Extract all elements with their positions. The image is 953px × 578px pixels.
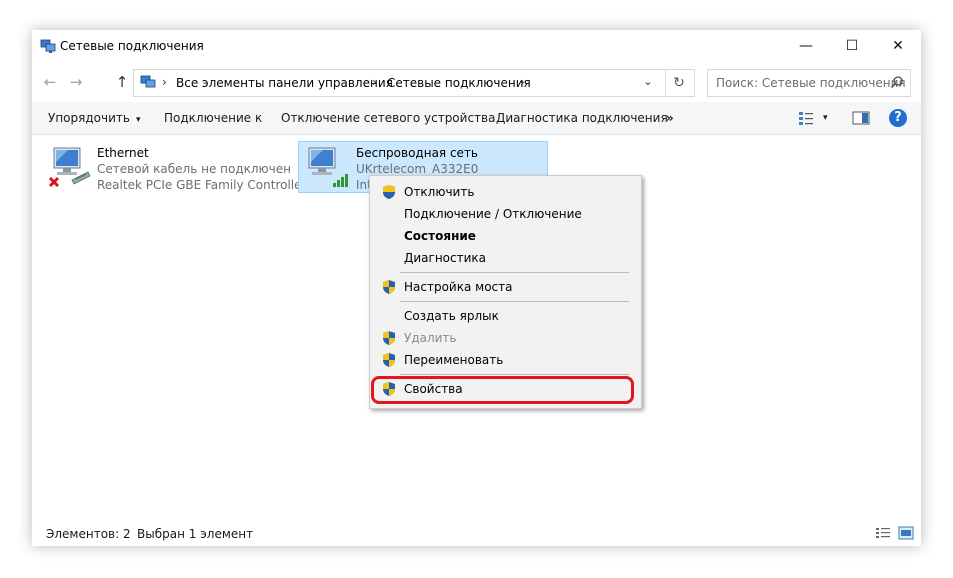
network-connections-icon [40, 39, 56, 53]
connection-device: Realtek PCIe GBE Family Controller [97, 178, 307, 192]
search-input[interactable]: Поиск: Сетевые подключения [707, 69, 911, 97]
breadcrumb-control-panel[interactable]: Все элементы панели управления [176, 76, 393, 90]
menu-item-label: Состояние [404, 229, 476, 243]
chevron-down-icon: ▾ [135, 115, 141, 125]
menu-item-label: Диагностика [404, 251, 487, 265]
wireless-adapter-icon [308, 147, 348, 187]
details-view-icon[interactable] [875, 526, 891, 540]
breadcrumb-separator: › [520, 75, 525, 89]
uac-shield-icon [383, 280, 395, 294]
connection-status: UKrtelecom_A332E0 [356, 162, 479, 176]
help-icon[interactable]: ? [889, 109, 907, 127]
connection-name: Беспроводная сеть [356, 146, 479, 160]
menu-item-label: Переименовать [404, 353, 504, 367]
uac-shield-icon [383, 331, 395, 345]
menu-separator [400, 301, 629, 302]
menu-item-rename[interactable]: Переименовать [372, 349, 639, 371]
window-title: Сетевые подключения [60, 39, 204, 53]
back-button[interactable]: ← [40, 72, 60, 92]
menu-item-connect-disconnect[interactable]: Подключение / Отключение [372, 203, 639, 225]
breadcrumb-separator: › [372, 75, 377, 89]
network-connections-icon [140, 75, 156, 88]
more-commands-button[interactable]: » [666, 111, 674, 125]
connection-ethernet[interactable]: Ethernet Сетевой кабель не подключен Rea… [40, 142, 306, 192]
address-row: ← → ↑ › Все элементы панели управления ›… [32, 66, 921, 98]
change-view-icon[interactable] [797, 110, 815, 126]
preview-pane-icon[interactable] [852, 110, 870, 126]
search-placeholder: Поиск: Сетевые подключения [716, 76, 906, 90]
close-button[interactable]: ✕ [875, 30, 921, 62]
menu-item-bridge[interactable]: Настройка моста [372, 276, 639, 298]
uac-shield-icon [383, 185, 395, 199]
connect-to-button[interactable]: Подключение к [164, 111, 262, 125]
menu-item-label: Создать ярлык [404, 309, 499, 323]
menu-item-delete: Удалить [372, 327, 639, 349]
title-bar: Сетевые подключения — ☐ ✕ [32, 30, 921, 62]
breadcrumb-separator: › [162, 75, 167, 89]
properties-highlight-ring [371, 376, 634, 404]
up-button[interactable]: ↑ [112, 72, 132, 92]
diagnose-button[interactable]: Диагностика подключения [496, 111, 668, 125]
search-icon [890, 76, 903, 89]
menu-item-label: Настройка моста [404, 280, 513, 294]
menu-item-label: Отключить [404, 185, 475, 199]
connection-name: Ethernet [97, 146, 149, 160]
maximize-button[interactable]: ☐ [829, 30, 875, 62]
menu-item-label: Удалить [404, 331, 457, 345]
breadcrumb-network-connections[interactable]: Сетевые подключения [387, 76, 531, 90]
forward-button[interactable]: → [66, 72, 86, 92]
menu-item-diagnose[interactable]: Диагностика [372, 247, 639, 269]
menu-item-disable[interactable]: Отключить [372, 181, 639, 203]
ethernet-adapter-icon [48, 147, 91, 188]
items-count: Элементов: 2 [46, 527, 131, 541]
menu-item-label: Подключение / Отключение [404, 207, 582, 221]
minimize-button[interactable]: — [783, 30, 829, 62]
menu-item-create-shortcut[interactable]: Создать ярлык [372, 305, 639, 327]
large-icons-view-icon[interactable] [898, 526, 914, 540]
selected-count: Выбран 1 элемент [137, 527, 254, 541]
uac-shield-icon [383, 353, 395, 367]
menu-separator [400, 374, 629, 375]
menu-item-status[interactable]: Состояние [372, 225, 639, 247]
organize-button[interactable]: Упорядочить ▾ [48, 111, 140, 125]
context-menu: Отключить Подключение / Отключение Состо… [369, 175, 642, 409]
address-bar[interactable]: › Все элементы панели управления › Сетев… [133, 69, 666, 97]
address-dropdown-button[interactable]: ⌄ [638, 75, 658, 91]
refresh-button[interactable]: ↻ [664, 69, 695, 97]
organize-label: Упорядочить [48, 111, 130, 125]
view-options-chevron-icon[interactable]: ▾ [823, 113, 828, 123]
menu-separator [400, 272, 629, 273]
disable-device-button[interactable]: Отключение сетевого устройства [281, 111, 495, 125]
command-bar: Упорядочить ▾ Подключение к Отключение се… [32, 102, 921, 135]
connection-status: Сетевой кабель не подключен [97, 162, 291, 176]
status-bar: Элементов: 2 Выбран 1 элемент [32, 520, 921, 546]
